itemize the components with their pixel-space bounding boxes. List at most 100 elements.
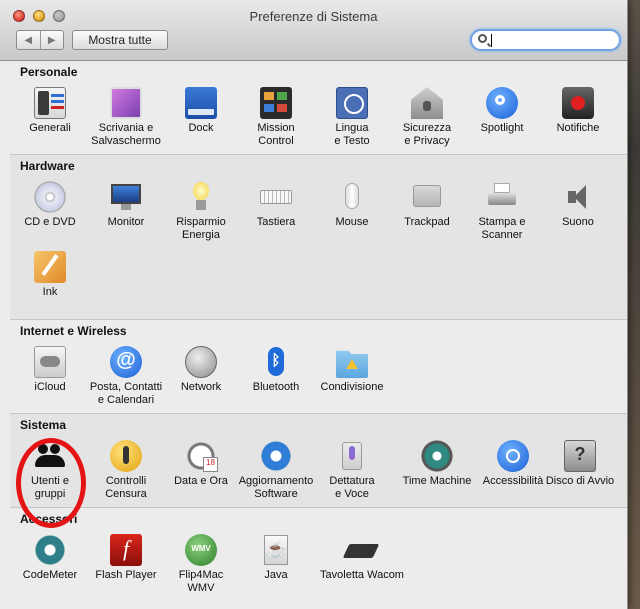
desktop-screensaver-icon — [110, 87, 142, 119]
pref-stampa[interactable]: Stampa e Scanner — [464, 181, 540, 242]
bluetooth-icon — [260, 346, 292, 378]
pref-controlli[interactable]: Controlli Censura — [88, 440, 164, 501]
network-globe-icon — [185, 346, 217, 378]
pref-label: Stampa e Scanner — [478, 216, 526, 241]
pref-suono[interactable]: Suono — [540, 181, 616, 229]
pref-label: Java — [264, 569, 288, 581]
pref-generali[interactable]: Generali — [12, 87, 88, 135]
search-input[interactable] — [494, 32, 618, 50]
parental-controls-icon — [110, 440, 142, 472]
pref-risparmio[interactable]: Risparmio Energia — [163, 181, 239, 242]
pref-trackpad[interactable]: Trackpad — [389, 181, 465, 229]
time-machine-icon — [421, 440, 453, 472]
section-title: Internet e Wireless — [20, 324, 127, 338]
system-preferences-window: Preferenze di Sistema ◀ ▶ Mostra tutte P… — [0, 0, 628, 609]
pref-sicurezza[interactable]: Sicurezza e Privacy — [389, 87, 465, 148]
pref-scrivania[interactable]: Scrivania e Salvaschermo — [88, 87, 164, 148]
pref-label: Controlli Censura — [105, 475, 147, 500]
section-title: Accessori — [20, 512, 78, 526]
pref-network[interactable]: Network — [163, 346, 239, 394]
navigation-group: ◀ ▶ — [16, 30, 64, 50]
back-button[interactable]: ◀ — [17, 31, 40, 49]
pref-utenti-gruppi[interactable]: Utenti e gruppi — [12, 440, 88, 501]
pref-cd-dvd[interactable]: CD e DVD — [12, 181, 88, 229]
printer-icon — [486, 181, 518, 213]
pref-tavoletta-wacom[interactable]: Tavoletta Wacom — [314, 534, 410, 582]
flash-player-icon — [110, 534, 142, 566]
mouse-icon — [336, 181, 368, 213]
pref-label: Notifiche — [556, 122, 600, 134]
pref-label: Disco di Avvio — [545, 475, 615, 487]
pref-mission-control[interactable]: Mission Control — [238, 87, 314, 148]
sharing-folder-icon — [336, 350, 368, 378]
search-field[interactable] — [470, 29, 621, 51]
accessibility-icon — [497, 440, 529, 472]
dock-icon — [185, 87, 217, 119]
pref-label: Time Machine — [402, 475, 472, 487]
pref-dock[interactable]: Dock — [163, 87, 239, 135]
pref-disco-avvio[interactable]: Disco di Avvio — [540, 440, 620, 488]
pref-label: Lingua e Testo — [334, 122, 370, 147]
pref-lingua[interactable]: Lingua e Testo — [314, 87, 390, 148]
notifications-icon — [562, 87, 594, 119]
pref-time-machine[interactable]: Time Machine — [399, 440, 475, 488]
toolbar: Preferenze di Sistema ◀ ▶ Mostra tutte — [0, 0, 627, 61]
pref-label: Network — [180, 381, 222, 393]
pref-codemeter[interactable]: CodeMeter — [12, 534, 88, 582]
pref-label: Spotlight — [480, 122, 524, 134]
pref-label: Scrivania e Salvaschermo — [91, 122, 161, 147]
pref-label: Condivisione — [320, 381, 384, 393]
pref-mouse[interactable]: Mouse — [314, 181, 390, 229]
search-icon — [478, 34, 487, 43]
pref-java[interactable]: Java — [238, 534, 314, 582]
general-icon — [34, 87, 66, 119]
pref-notifiche[interactable]: Notifiche — [540, 87, 616, 135]
section-accessori: Accessori CodeMeter Flash Player Flip4Ma… — [10, 508, 627, 609]
pref-aggiornamento[interactable]: Aggiornamento Software — [238, 440, 314, 501]
pref-label: Tastiera — [256, 216, 296, 228]
pref-ink[interactable]: Ink — [12, 251, 88, 299]
pref-label: Generali — [29, 122, 71, 134]
lightbulb-icon — [185, 181, 217, 213]
pref-data-ora[interactable]: Data e Ora — [163, 440, 239, 488]
pref-condivisione[interactable]: Condivisione — [314, 346, 390, 394]
wacom-tablet-icon — [346, 534, 378, 566]
pref-flip4mac[interactable]: Flip4Mac WMV — [163, 534, 239, 595]
pref-label: Flash Player — [95, 569, 157, 581]
pref-icloud[interactable]: iCloud — [12, 346, 88, 394]
language-icon — [336, 87, 368, 119]
software-update-icon — [260, 440, 292, 472]
pref-label: Sicurezza e Privacy — [402, 122, 452, 147]
pref-label: iCloud — [34, 381, 66, 393]
section-sistema: Sistema Utenti e gruppi Controlli Censur… — [10, 414, 627, 508]
section-title: Hardware — [20, 159, 75, 173]
pref-label: Risparmio Energia — [176, 216, 226, 241]
pref-label: Aggiornamento Software — [238, 475, 314, 500]
pref-label: Flip4Mac WMV — [178, 569, 224, 594]
section-personale: Personale Generali Scrivania e Salvasche… — [10, 61, 627, 155]
pref-monitor[interactable]: Monitor — [88, 181, 164, 229]
codemeter-icon — [34, 534, 66, 566]
pref-spotlight[interactable]: Spotlight — [464, 87, 540, 135]
mission-control-icon — [260, 87, 292, 119]
keyboard-icon — [260, 181, 292, 213]
java-icon — [260, 534, 292, 566]
pref-label: Tavoletta Wacom — [320, 569, 404, 581]
show-all-button[interactable]: Mostra tutte — [72, 30, 168, 50]
forward-button[interactable]: ▶ — [39, 31, 64, 49]
pref-label: Monitor — [107, 216, 145, 228]
pref-dettatura[interactable]: Dettatura e Voce — [314, 440, 390, 501]
pref-bluetooth[interactable]: Bluetooth — [238, 346, 314, 394]
spotlight-icon — [486, 87, 518, 119]
pref-label: Dock — [188, 122, 214, 134]
pref-label: Data e Ora — [174, 475, 228, 487]
pref-flash-player[interactable]: Flash Player — [88, 534, 164, 582]
pref-label: CD e DVD — [24, 216, 76, 228]
pref-label: Posta, Contatti e Calendari — [89, 381, 163, 406]
ink-pen-icon — [34, 251, 66, 283]
text-caret — [491, 34, 492, 47]
pref-tastiera[interactable]: Tastiera — [238, 181, 314, 229]
pref-posta[interactable]: Posta, Contatti e Calendari — [88, 346, 164, 407]
flip4mac-wmv-icon — [185, 534, 217, 566]
pref-label: Trackpad — [404, 216, 450, 228]
